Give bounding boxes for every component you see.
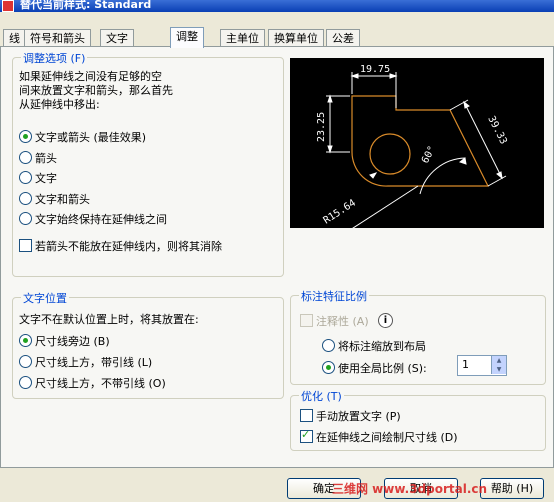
scale-legend: 标注特征比例 bbox=[299, 288, 369, 304]
preview-drawing: 19.75 23.25 39.33 60° R15.64 bbox=[316, 64, 509, 231]
text-placement-description: 文字不在默认位置上时，将其放置在: bbox=[19, 313, 199, 326]
radio-use-overall-scale-label: 使用全局比例 (S): bbox=[338, 362, 427, 375]
dim-aligned-text: 39.33 bbox=[485, 114, 508, 146]
text-placement-legend: 文字位置 bbox=[21, 290, 69, 306]
tab-lines[interactable]: 线 bbox=[3, 29, 26, 47]
tab-tolerances[interactable]: 公差 bbox=[326, 29, 360, 47]
watermark-text: 三维网 www.3dportal.cn bbox=[332, 482, 488, 496]
radio-over-with-leader[interactable] bbox=[19, 355, 32, 368]
manual-place-text-label: 手动放置文字 (P) bbox=[316, 410, 401, 423]
dim-angle-text: 60° bbox=[420, 144, 438, 165]
draw-dim-line-label: 在延伸线之间绘制尺寸线 (D) bbox=[316, 431, 458, 444]
tab-primary-units[interactable]: 主单位 bbox=[220, 29, 265, 47]
radio-always-keep-text[interactable] bbox=[19, 212, 32, 225]
title-bar: 替代当前样式: Standard bbox=[0, 0, 554, 12]
app-logo-icon bbox=[2, 0, 14, 12]
annotative-label: 注释性 (A) bbox=[316, 315, 369, 328]
radio-text-label: 文字 bbox=[35, 172, 57, 185]
tab-text[interactable]: 文字 bbox=[100, 29, 134, 47]
radio-text-or-arrows[interactable] bbox=[19, 130, 32, 143]
dim-height-text: 23.25 bbox=[316, 112, 327, 142]
radio-use-overall-scale[interactable] bbox=[322, 361, 335, 374]
suppress-arrows-checkbox[interactable] bbox=[19, 239, 32, 252]
radio-text[interactable] bbox=[19, 171, 32, 184]
radio-beside-dim-line-label: 尺寸线旁边 (B) bbox=[35, 335, 110, 348]
radio-over-with-leader-label: 尺寸线上方，带引线 (L) bbox=[35, 356, 153, 369]
radio-text-or-arrows-label: 文字或箭头 (最佳效果) bbox=[35, 131, 147, 144]
radio-arrows-label: 箭头 bbox=[35, 152, 57, 165]
preview-pane: 19.75 23.25 39.33 60° R15.64 bbox=[290, 58, 544, 231]
radio-text-and-arrows-label: 文字和箭头 bbox=[35, 193, 90, 206]
radio-scale-to-layout-label: 将标注缩放到布局 bbox=[338, 340, 426, 353]
info-icon[interactable]: i bbox=[378, 313, 393, 328]
finetune-legend: 优化 (T) bbox=[299, 388, 344, 404]
suppress-arrows-label: 若箭头不能放在延伸线内，则将其消除 bbox=[35, 240, 222, 253]
overall-scale-value: 1 bbox=[462, 358, 469, 371]
radio-over-without-leader-label: 尺寸线上方，不带引线 (O) bbox=[35, 377, 166, 390]
radio-text-and-arrows[interactable] bbox=[19, 192, 32, 205]
radio-always-keep-text-label: 文字始终保持在延伸线之间 bbox=[35, 213, 167, 226]
tab-symbols-arrows[interactable]: 符号和箭头 bbox=[24, 29, 91, 47]
window-title: 替代当前样式: Standard bbox=[20, 0, 152, 11]
fit-description-line-3: 从延伸线中移出: bbox=[19, 98, 100, 111]
tab-alternate-units[interactable]: 换算单位 bbox=[268, 29, 324, 47]
tab-fit[interactable]: 调整 bbox=[170, 27, 204, 48]
help-button[interactable]: 帮助 (H) bbox=[480, 478, 544, 499]
radio-arrows[interactable] bbox=[19, 151, 32, 164]
radio-over-without-leader[interactable] bbox=[19, 376, 32, 389]
spinner-down-icon[interactable]: ▼ bbox=[491, 365, 506, 374]
radio-scale-to-layout[interactable] bbox=[322, 339, 335, 352]
draw-dim-line-checkbox[interactable] bbox=[300, 428, 313, 443]
spinner-up-icon[interactable]: ▲ bbox=[491, 356, 506, 365]
radio-beside-dim-line[interactable] bbox=[19, 334, 32, 347]
overall-scale-spinner[interactable]: 1 ▲ ▼ bbox=[457, 355, 507, 376]
annotative-checkbox[interactable] bbox=[300, 314, 313, 327]
dim-radius-text: R15.64 bbox=[322, 198, 358, 227]
dim-width-text: 19.75 bbox=[360, 64, 390, 75]
manual-place-text-checkbox[interactable] bbox=[300, 409, 313, 422]
tab-strip: 线 符号和箭头 文字 调整 主单位 换算单位 公差 bbox=[0, 27, 554, 48]
fit-options-legend: 调整选项 (F) bbox=[21, 50, 88, 66]
